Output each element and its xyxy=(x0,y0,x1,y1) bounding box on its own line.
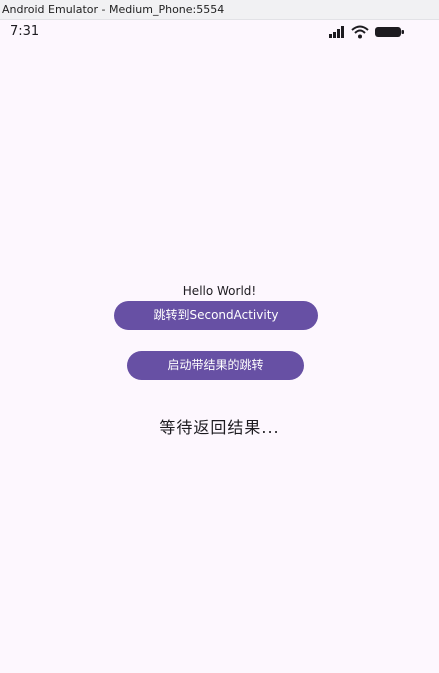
emulator-title-bar: Android Emulator - Medium_Phone:5554 xyxy=(0,0,439,20)
emulator-window: Android Emulator - Medium_Phone:5554 7:3… xyxy=(0,0,439,673)
status-clock: 7:31 xyxy=(10,24,40,39)
result-status-text: 等待返回结果... xyxy=(159,418,280,437)
wifi-icon xyxy=(351,25,369,39)
phone-screen: 7:31 Hello World! 跳转到SecondActivity 启动带结… xyxy=(0,20,439,673)
signal-icon xyxy=(329,26,344,38)
status-icons xyxy=(329,24,409,40)
go-to-second-activity-button[interactable]: 跳转到SecondActivity xyxy=(114,301,318,330)
status-bar: 7:31 xyxy=(0,20,439,44)
start-for-result-button[interactable]: 启动带结果的跳转 xyxy=(127,351,304,380)
hello-world-text: Hello World! xyxy=(182,284,257,298)
battery-icon xyxy=(375,27,404,37)
emulator-title: Android Emulator - Medium_Phone:5554 xyxy=(2,3,225,16)
